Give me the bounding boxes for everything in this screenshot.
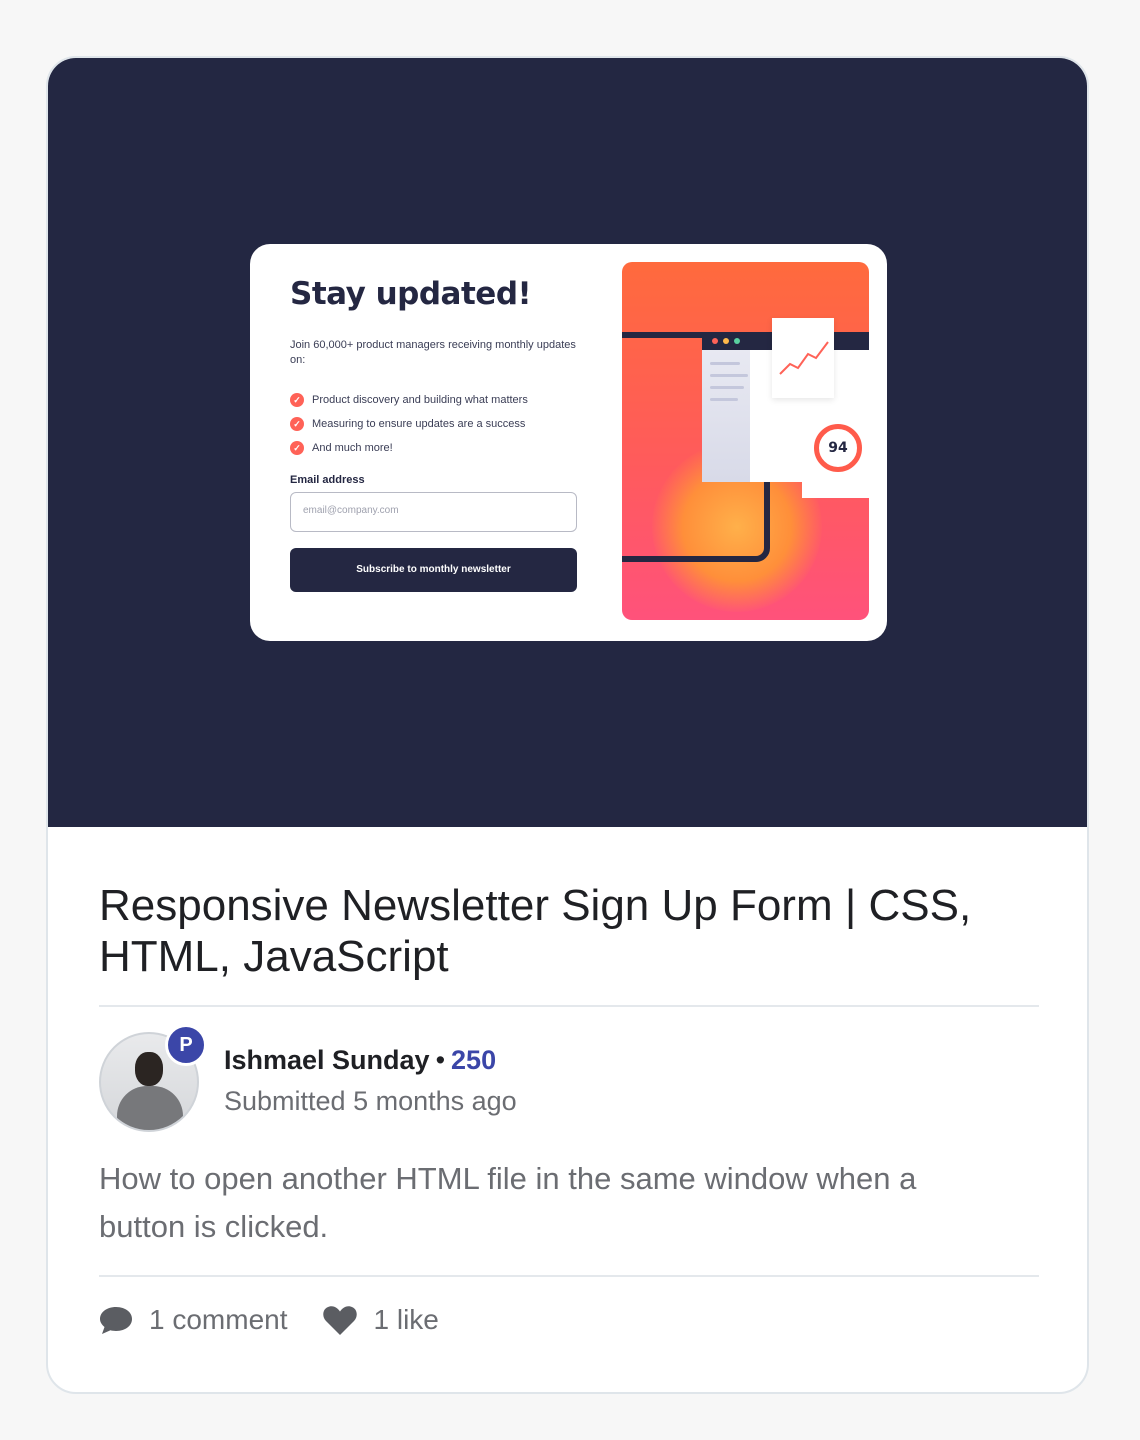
score-ring: 94	[814, 424, 862, 472]
mockup-list-item: ✓ Measuring to ensure updates are a succe…	[290, 412, 528, 436]
avatar-head	[135, 1052, 163, 1086]
mockup-email-field: email@company.com	[290, 492, 577, 532]
window-line	[710, 386, 744, 389]
mockup-list-text: Product discovery and building what matt…	[312, 394, 528, 406]
divider	[99, 1275, 1039, 1277]
divider	[99, 1005, 1039, 1007]
window-line	[710, 374, 748, 377]
post-stats: 1 comment 1 like	[99, 1304, 473, 1336]
mockup-intro: Join 60,000+ product managers receiving …	[290, 339, 576, 366]
dot-icon	[734, 338, 740, 344]
comments-stat[interactable]: 1 comment	[99, 1304, 288, 1336]
window-line	[710, 362, 740, 365]
mockup-heading: Stay updated!	[290, 276, 532, 312]
mockup-list-text: Measuring to ensure updates are a succes…	[312, 418, 526, 430]
post-title[interactable]: Responsive Newsletter Sign Up Form | CSS…	[99, 880, 1039, 982]
post-description: How to open another HTML file in the sam…	[99, 1161, 917, 1244]
mockup-illustration: 94	[622, 262, 869, 620]
preview-image[interactable]: Stay updated! Join 60,000+ product manag…	[48, 58, 1087, 827]
dot-icon	[712, 338, 718, 344]
submitted-time: Submitted 5 months ago	[224, 1086, 517, 1116]
author-separator: •	[435, 1045, 446, 1075]
check-icon: ✓	[290, 417, 304, 431]
mockup-email-label: Email address	[290, 474, 365, 486]
author-name[interactable]: Ishmael Sunday	[224, 1045, 430, 1075]
dot-icon	[723, 338, 729, 344]
mockup-list-item: ✓ Product discovery and building what mat…	[290, 388, 528, 412]
illustration-chart-card	[772, 318, 834, 398]
check-icon: ✓	[290, 441, 304, 455]
newsletter-mockup: Stay updated! Join 60,000+ product manag…	[250, 244, 887, 641]
comment-icon	[100, 1307, 132, 1334]
mockup-list-item: ✓ And much more!	[290, 436, 528, 460]
likes-stat[interactable]: 1 like	[322, 1304, 439, 1336]
likes-count: 1 like	[373, 1304, 439, 1335]
heart-icon	[322, 1306, 357, 1335]
window-sidebar	[702, 350, 750, 482]
window-line	[710, 398, 738, 401]
mockup-subscribe-button: Subscribe to monthly newsletter	[290, 548, 577, 592]
illustration-score-card: 94	[802, 408, 869, 498]
check-icon: ✓	[290, 393, 304, 407]
mockup-list-text: And much more!	[312, 442, 393, 454]
author-score: 250	[451, 1045, 497, 1075]
author-line: Ishmael Sunday • 250	[224, 1045, 496, 1076]
solution-card[interactable]: Stay updated! Join 60,000+ product manag…	[46, 56, 1089, 1394]
comments-count: 1 comment	[149, 1304, 288, 1335]
avatar-body	[117, 1086, 183, 1130]
mockup-list: ✓ Product discovery and building what mat…	[290, 388, 528, 460]
trend-line-icon	[779, 341, 829, 375]
pro-badge: P	[165, 1024, 207, 1066]
